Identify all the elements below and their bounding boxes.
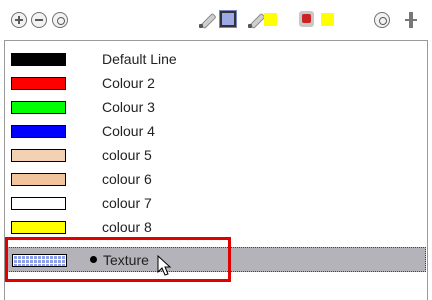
remove-colour-button[interactable] [31,12,47,28]
colour-name: Default Line [102,51,177,67]
yellow-colour-indicator [264,13,277,26]
colour-swatch [11,197,66,210]
colour-name: colour 7 [102,195,152,211]
fill-colour-swatch[interactable] [219,10,237,28]
list-item[interactable]: colour 5 [5,143,429,167]
colour-swatch [11,77,66,90]
list-item[interactable]: colour 8 [5,215,429,235]
colour-swatch [11,173,66,186]
list-item[interactable]: Colour 4 [5,119,429,143]
texture-swatch [12,254,67,267]
colour-list: Default Line Colour 2 Colour 3 Colour 4 … [4,40,428,300]
colour-swatch [11,149,66,162]
colour-swatch [11,125,66,138]
list-item[interactable]: Colour 2 [5,71,429,95]
colour-name: Colour 3 [102,99,155,115]
tint-button[interactable] [299,11,314,27]
move-arrows-icon[interactable] [403,11,419,29]
colour-swatch [11,221,66,234]
palette-toolbar [0,0,432,40]
colour-name: colour 8 [102,219,152,235]
mouse-cursor-icon [157,255,172,276]
list-item-selected[interactable]: Texture [6,247,426,272]
yellow-colour-indicator-2 [321,13,334,26]
colour-name: Colour 4 [102,123,155,139]
add-colour-button[interactable] [11,12,27,28]
list-item[interactable]: Colour 3 [5,95,429,119]
list-item[interactable]: Default Line [5,47,429,71]
edit-colour-pencil-icon[interactable] [198,11,217,30]
colour-name: colour 5 [102,147,152,163]
reset-icon[interactable] [374,12,390,28]
link-palette-button[interactable] [52,12,68,28]
colour-name: colour 6 [102,171,152,187]
colour-name: Texture [103,252,149,268]
list-item[interactable]: colour 7 [5,191,429,215]
colour-swatch [11,53,66,66]
selected-bullet-icon [90,256,97,263]
colour-name: Colour 2 [102,75,155,91]
list-item[interactable]: colour 6 [5,167,429,191]
colour-swatch [11,101,66,114]
line-colour-pencil-icon[interactable] [247,11,266,30]
